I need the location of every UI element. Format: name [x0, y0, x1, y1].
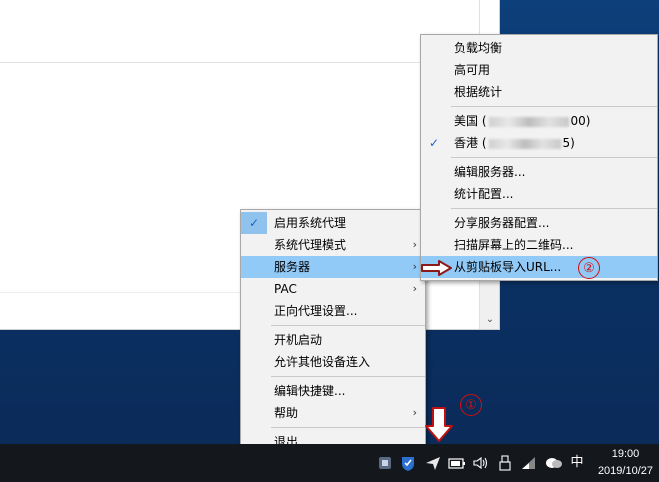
menu-item-enable-system-proxy[interactable]: ✓ 启用系统代理: [241, 212, 425, 234]
window-divider: [0, 62, 479, 63]
tray-context-menu: ✓ 启用系统代理 系统代理模式 › 服务器 › PAC › 正向代理设置... …: [240, 209, 426, 456]
battery-icon: [448, 458, 465, 469]
menu-item-edit-hotkeys[interactable]: 编辑快捷键...: [241, 380, 425, 402]
annotation-arrow-down-icon: [425, 407, 453, 442]
menu-item-label: 帮助: [274, 406, 299, 420]
menu-item-server-hk[interactable]: ✓ 香港 ( 5): [421, 132, 657, 154]
menu-item-start-on-boot[interactable]: 开机启动: [241, 329, 425, 351]
menu-item-forward-proxy[interactable]: 正向代理设置...: [241, 300, 425, 322]
menu-item-help[interactable]: 帮助 ›: [241, 402, 425, 424]
menu-item-label: PAC: [274, 282, 297, 296]
check-icon: ✓: [241, 212, 267, 234]
menu-item-load-balance[interactable]: 负载均衡: [421, 37, 657, 59]
redacted-address: [488, 116, 569, 127]
menu-item-label: 开机启动: [274, 333, 323, 347]
annotation-step-1: ①: [460, 394, 482, 416]
taskbar-clock[interactable]: 19:00 2019/10/27: [598, 446, 653, 480]
menu-item-label: 编辑服务器...: [454, 165, 526, 179]
menu-item-label: 从剪贴板导入URL...: [454, 260, 562, 274]
menu-item-label: 编辑快捷键...: [274, 384, 346, 398]
menu-item-high-availability[interactable]: 高可用: [421, 59, 657, 81]
clock-time: 19:00: [611, 448, 640, 460]
menu-item-statistics-config[interactable]: 统计配置...: [421, 183, 657, 205]
menu-item-label: 服务器: [274, 260, 311, 274]
ime-indicator[interactable]: 中: [568, 454, 586, 472]
server-label-suffix: 5): [562, 136, 575, 150]
chevron-right-icon: ›: [412, 406, 417, 419]
menu-item-scan-qrcode[interactable]: 扫描屏幕上的二维码...: [421, 234, 657, 256]
menu-item-label: 负载均衡: [454, 41, 503, 55]
menu-item-proxy-mode[interactable]: 系统代理模式 ›: [241, 234, 425, 256]
menu-item-label: 系统代理模式: [274, 238, 347, 252]
menu-separator: [451, 106, 657, 107]
menu-item-import-url-from-clipboard[interactable]: 从剪贴板导入URL...: [421, 256, 657, 278]
menu-separator: [271, 376, 425, 377]
menu-item-label: 正向代理设置...: [274, 304, 358, 318]
taskbar: 中 19:00 2019/10/27: [0, 444, 659, 482]
security-icon[interactable]: [400, 454, 416, 472]
server-label-suffix: 00): [570, 114, 591, 128]
menu-item-label: 分享服务器配置...: [454, 216, 550, 230]
chat-icon[interactable]: [545, 454, 563, 472]
menu-separator: [271, 325, 425, 326]
menu-item-share-server-config[interactable]: 分享服务器配置...: [421, 212, 657, 234]
chevron-right-icon: ›: [412, 238, 417, 251]
menu-item-pac[interactable]: PAC ›: [241, 278, 425, 300]
check-icon: ✓: [428, 136, 440, 150]
chevron-right-icon: ›: [412, 260, 417, 273]
menu-separator: [451, 157, 657, 158]
menu-item-edit-servers[interactable]: 编辑服务器...: [421, 161, 657, 183]
menu-separator: [451, 208, 657, 209]
menu-item-by-statistics[interactable]: 根据统计: [421, 81, 657, 103]
clock-date: 2019/10/27: [597, 465, 653, 477]
paper-plane-icon[interactable]: [425, 454, 441, 472]
menu-item-label: 根据统计: [454, 85, 503, 99]
annotation-step-2: ②: [578, 257, 600, 279]
speaker-icon[interactable]: [472, 454, 490, 472]
pane-divider: [0, 292, 262, 293]
menu-item-label: 统计配置...: [454, 187, 514, 201]
menu-item-allow-lan[interactable]: 允许其他设备连入: [241, 351, 425, 373]
menu-item-label: 启用系统代理: [274, 216, 347, 230]
menu-item-label: 允许其他设备连入: [274, 355, 371, 369]
usb-icon[interactable]: [498, 454, 512, 472]
menu-item-servers[interactable]: 服务器 ›: [241, 256, 425, 278]
annotation-arrow-right-icon: [421, 260, 452, 276]
menu-item-label: 高可用: [454, 63, 491, 77]
shield-icon[interactable]: [378, 454, 392, 472]
server-label-prefix: 香港 (: [454, 136, 487, 150]
menu-separator: [271, 427, 425, 428]
server-label-prefix: 美国 (: [454, 114, 487, 128]
chevron-right-icon: ›: [412, 282, 417, 295]
servers-submenu: 负载均衡 高可用 根据统计 美国 (00) ✓ 香港 (5) 编辑服务器... …: [420, 34, 658, 281]
scroll-down-icon[interactable]: ⌄: [480, 313, 500, 327]
menu-item-label: 扫描屏幕上的二维码...: [454, 238, 574, 252]
redacted-address: [488, 138, 561, 149]
wifi-icon[interactable]: [520, 454, 538, 472]
menu-item-server-us[interactable]: 美国 ( 00): [421, 110, 657, 132]
